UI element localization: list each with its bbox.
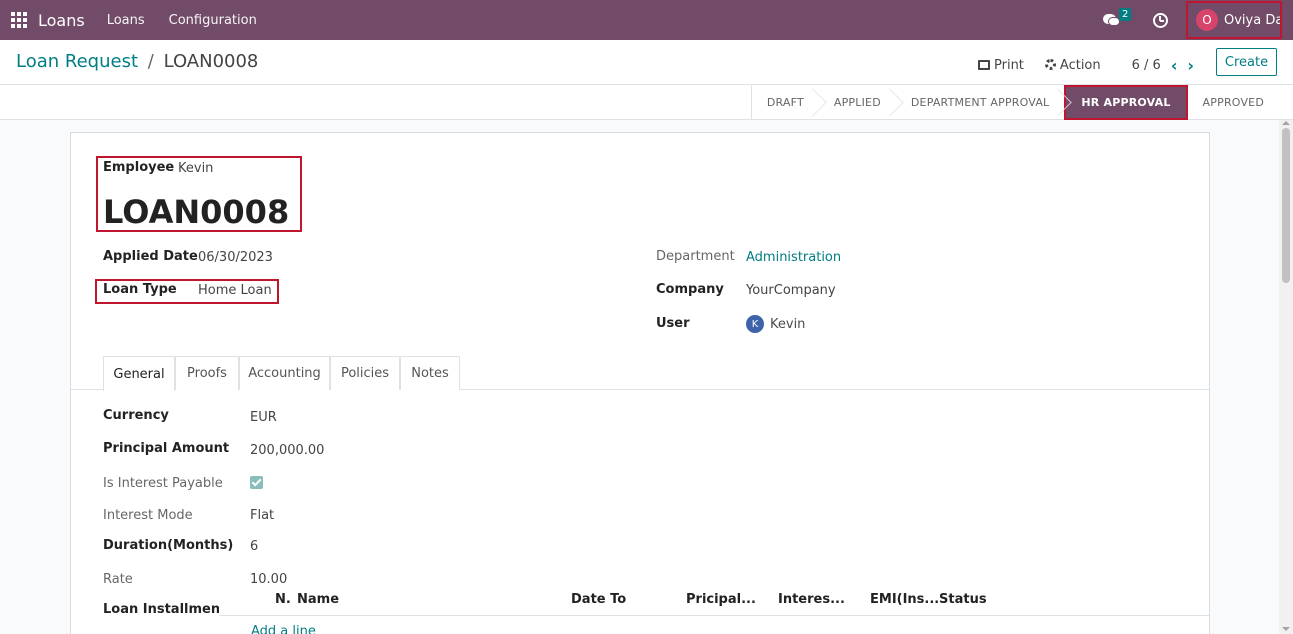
- breadcrumb-current: LOAN0008: [163, 51, 259, 72]
- department-label: Department: [656, 249, 735, 264]
- chat-count-badge: 2: [1119, 8, 1132, 21]
- chevron-right-icon[interactable]: ›: [1187, 56, 1194, 75]
- applied-date-label: Applied Date: [103, 249, 198, 264]
- user-field[interactable]: K Kevin: [746, 315, 805, 333]
- column-number[interactable]: N.: [275, 592, 291, 607]
- interest-mode-field[interactable]: Flat: [250, 508, 274, 523]
- stage-approved[interactable]: APPROVED: [1188, 85, 1279, 120]
- applied-date-field[interactable]: 06/30/2023: [198, 250, 273, 265]
- user-name: Oviya Davis: [1224, 12, 1282, 28]
- add-line-link[interactable]: Add a line: [251, 624, 316, 634]
- department-link[interactable]: Administration: [746, 250, 841, 265]
- top-navbar: Loans Loans Configuration 2 O Oviya Davi…: [0, 0, 1293, 40]
- scroll-up-arrow-icon[interactable]: [1282, 121, 1290, 125]
- interest-mode-label: Interest Mode: [103, 508, 193, 523]
- user-menu[interactable]: O Oviya Davis: [1186, 1, 1282, 39]
- rate-field[interactable]: 10.00: [250, 572, 287, 587]
- app-brand[interactable]: Loans: [38, 11, 85, 30]
- stage-hr-approval[interactable]: HR APPROVAL: [1064, 85, 1188, 120]
- currency-label: Currency: [103, 408, 169, 423]
- tab-general[interactable]: General: [103, 356, 175, 391]
- gear-icon: [1044, 58, 1056, 70]
- employee-field[interactable]: Kevin: [178, 161, 213, 176]
- installment-table-header: N. Name Date To Pricipal... Interes... E…: [219, 586, 1209, 616]
- scroll-thumb[interactable]: [1282, 128, 1290, 283]
- tab-notes[interactable]: Notes: [400, 356, 460, 390]
- menu-item-loans[interactable]: Loans: [107, 13, 145, 28]
- column-principal[interactable]: Pricipal...: [686, 592, 756, 607]
- breadcrumb-loan-request[interactable]: Loan Request: [16, 51, 138, 72]
- stage-pipeline: DRAFT APPLIED DEPARTMENT APPROVAL HR APP…: [750, 85, 1279, 120]
- column-emi[interactable]: EMI(Ins...: [870, 592, 939, 607]
- principal-amount-field[interactable]: 200,000.00: [250, 443, 324, 458]
- control-actions: Print Action 6 / 6 ‹ › Create: [978, 48, 1293, 76]
- avatar: O: [1196, 9, 1218, 31]
- breadcrumb-separator: /: [147, 51, 154, 72]
- currency-field[interactable]: EUR: [250, 410, 277, 425]
- employee-label: Employee: [103, 160, 175, 175]
- company-field[interactable]: YourCompany: [746, 283, 836, 298]
- print-icon: [978, 59, 990, 70]
- chevron-left-icon[interactable]: ‹: [1171, 56, 1178, 75]
- apps-menu-icon[interactable]: [11, 12, 27, 28]
- notebook-tabs: General Proofs Accounting Policies Notes: [71, 356, 1209, 391]
- activity-clock-icon[interactable]: [1153, 12, 1168, 28]
- loan-type-field[interactable]: Home Loan: [198, 283, 272, 298]
- avatar: K: [746, 315, 764, 333]
- column-status[interactable]: Status: [939, 592, 987, 607]
- control-panel: Loan Request / LOAN0008 Print Action 6 /…: [0, 40, 1293, 85]
- loan-title: LOAN0008: [103, 193, 290, 231]
- duration-label: Duration(Months): [103, 538, 234, 553]
- stage-department-approval[interactable]: DEPARTMENT APPROVAL: [896, 85, 1065, 120]
- tab-policies[interactable]: Policies: [330, 356, 400, 390]
- loan-type-label: Loan Type: [103, 282, 177, 297]
- print-label: Print: [994, 57, 1024, 73]
- interest-payable-label: Is Interest Payable: [103, 476, 223, 491]
- user-label: User: [656, 316, 690, 331]
- menu-item-configuration[interactable]: Configuration: [169, 13, 257, 28]
- stage-draft[interactable]: DRAFT: [752, 85, 819, 120]
- stage-applied[interactable]: APPLIED: [819, 85, 896, 120]
- print-button[interactable]: Print: [978, 58, 1024, 73]
- action-button[interactable]: Action: [1044, 57, 1101, 73]
- chat-icon[interactable]: 2: [1103, 8, 1132, 29]
- create-button[interactable]: Create: [1216, 48, 1277, 76]
- interest-payable-checkbox[interactable]: [250, 476, 263, 489]
- navbar-systray: 2 O Oviya Davis: [1103, 0, 1293, 40]
- scroll-down-arrow-icon[interactable]: [1282, 627, 1290, 631]
- company-label: Company: [656, 282, 724, 297]
- breadcrumb: Loan Request / LOAN0008: [16, 51, 258, 72]
- tab-proofs[interactable]: Proofs: [175, 356, 239, 390]
- duration-field[interactable]: 6: [250, 539, 258, 554]
- column-date-to[interactable]: Date To: [571, 592, 626, 607]
- principal-amount-label: Principal Amount: [103, 441, 230, 456]
- user-field-name: Kevin: [770, 316, 806, 332]
- status-bar: DRAFT APPLIED DEPARTMENT APPROVAL HR APP…: [0, 85, 1293, 120]
- rate-label: Rate: [103, 572, 133, 587]
- page-scrollbar[interactable]: [1279, 120, 1293, 634]
- loan-installment-label: Loan Installment: [103, 602, 227, 617]
- tab-accounting[interactable]: Accounting: [239, 356, 330, 390]
- form-sheet: Employee Kevin LOAN0008 Applied Date 06/…: [70, 132, 1210, 634]
- pager-value[interactable]: 6 / 6: [1132, 58, 1161, 73]
- action-label: Action: [1059, 57, 1101, 73]
- column-name[interactable]: Name: [297, 592, 339, 607]
- column-interest[interactable]: Interes...: [778, 592, 845, 607]
